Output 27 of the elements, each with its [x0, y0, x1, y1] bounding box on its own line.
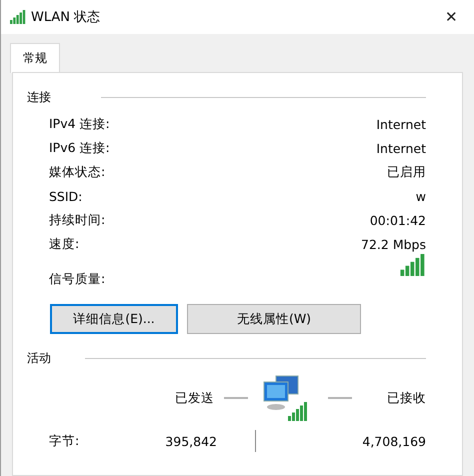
- signal-icon: [10, 10, 26, 24]
- window-title: WLAN 状态: [31, 9, 102, 26]
- field-value: 已启用: [387, 164, 426, 180]
- field-value: Internet: [376, 140, 426, 156]
- field-label: 信号质量:: [49, 271, 106, 288]
- field-label: IPv4 连接:: [49, 116, 110, 132]
- field-label: SSID:: [49, 188, 82, 204]
- dialog-button[interactable]: 无线属性(W): [187, 304, 361, 334]
- bytes-sent: 395,842: [165, 434, 217, 448]
- received-label: 已接收: [387, 390, 426, 406]
- close-button[interactable]: ✕: [441, 8, 462, 26]
- field-value: 72.2 Mbps: [361, 236, 426, 252]
- field-label: IPv6 连接:: [49, 140, 110, 156]
- field-label: 媒体状态:: [49, 164, 106, 180]
- sent-label: 已发送: [175, 390, 214, 406]
- signal-strength-icon: [400, 254, 426, 276]
- bytes-label: 字节:: [49, 432, 80, 450]
- dialog-button[interactable]: 详细信息(E)...: [50, 304, 178, 334]
- field-label: 持续时间:: [49, 212, 106, 228]
- field-label: 速度:: [49, 236, 80, 252]
- group-heading: 活动: [27, 350, 51, 367]
- field-value: Internet: [376, 116, 426, 132]
- tab[interactable]: 常规: [10, 43, 60, 73]
- field-value: w: [416, 188, 426, 204]
- field-value: 00:01:42: [370, 212, 426, 228]
- group-heading: 连接: [27, 89, 51, 106]
- bytes-received: 4,708,169: [362, 434, 426, 448]
